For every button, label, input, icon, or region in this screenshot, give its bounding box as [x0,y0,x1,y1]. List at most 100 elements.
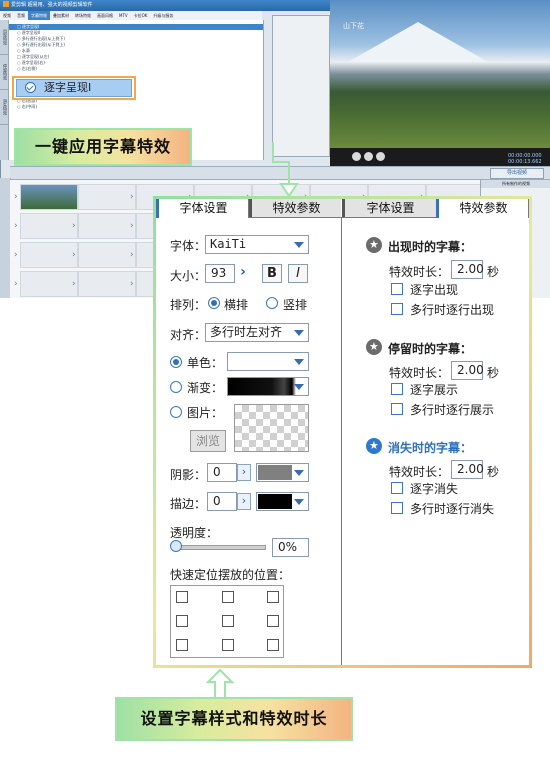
image-radio[interactable] [170,406,182,418]
prev-button[interactable] [352,152,361,161]
disappear-unit: 秒 [487,465,500,479]
position-top-center[interactable] [222,591,234,603]
gradient-radio[interactable] [170,381,182,393]
side-tab-disappear[interactable]: 消失特效 [0,90,8,125]
font-select[interactable]: KaiTi [205,235,309,254]
menu-overlay[interactable]: 叠加素材 [50,11,72,20]
solid-color-picker[interactable] [227,352,309,371]
position-middle-right[interactable] [267,615,279,627]
font-value: KaiTi [210,237,247,251]
stay-duration-label: 特效时长： [389,366,450,380]
next-button[interactable] [376,152,385,161]
stroke-input[interactable]: 0 [207,492,237,511]
shadow-input[interactable]: 0 [207,463,237,482]
effect-tag-label: 逐字呈现I [44,81,92,94]
disappear-star-icon [366,438,382,454]
app-title: 爱剪辑 超易用、强大的视频剪辑软件 [11,2,93,8]
position-bottom-center[interactable] [222,639,234,651]
chevron-down-icon [294,242,304,248]
stay-line-checkbox[interactable] [391,403,403,415]
clip-slot[interactable] [14,184,78,210]
opacity-slider-track[interactable] [176,545,266,550]
appear-char-checkbox[interactable] [391,283,403,295]
align-value: 多行时左对齐 [210,325,283,339]
check-circle-icon [25,82,36,93]
export-button[interactable]: 导出视频 [490,168,544,179]
menu-styles[interactable]: 画面风格 [94,11,116,20]
disappear-char-checkbox[interactable] [391,482,403,494]
chevron-down-icon [294,499,304,505]
disappear-char-label: 逐字消失 [410,482,459,496]
chevron-down-icon [294,359,304,365]
shadow-color-picker[interactable] [256,463,309,482]
play-button[interactable] [364,152,373,161]
menu-audio[interactable]: 音频 [14,11,28,20]
appear-line-checkbox[interactable] [391,303,403,315]
disappear-line-label: 多行时逐行消失 [410,502,495,516]
appear-duration-input[interactable]: 2.00 [451,260,484,279]
panel-divider [341,217,342,665]
gradient-picker[interactable] [227,377,309,396]
position-top-right[interactable] [267,591,279,603]
clip-slot[interactable] [14,242,78,268]
side-tab-stay[interactable]: 停留特效 [0,55,8,90]
menu-karaoke[interactable]: 卡拉OK [131,11,151,20]
solid-color-radio[interactable] [170,356,182,368]
size-dropdown-icon[interactable]: › [235,265,251,282]
layout-label: 排列： [170,298,207,312]
tab-effect-params[interactable]: 特效参数 [249,199,341,217]
stay-duration-input[interactable]: 2.00 [451,361,484,380]
stay-unit: 秒 [487,366,500,380]
position-bottom-right[interactable] [267,639,279,651]
apply-effect-callout-text: 一键应用字幕特效 [34,137,171,156]
menu-transitions[interactable]: 转场特效 [72,11,94,20]
align-select[interactable]: 多行时左对齐 [205,323,309,342]
stay-star-icon [366,339,382,355]
clip-slot[interactable] [72,184,136,210]
bold-button[interactable]: B [262,264,282,283]
preview-mountain [348,22,488,62]
list-item[interactable]: ○ 右(右侧) [9,66,263,72]
quick-position-label: 快速定位摆放的位置： [170,568,291,582]
appear-char-label: 逐字出现 [410,283,459,297]
app-logo-icon [3,1,9,7]
stay-char-checkbox[interactable] [391,383,403,395]
shadow-stepper-icon[interactable]: › [237,464,251,481]
opacity-slider-thumb[interactable] [170,540,182,552]
stroke-stepper-icon[interactable]: › [237,493,251,510]
tab-effect-params[interactable]: 特效参数 [436,199,529,218]
font-label: 字体： [170,239,207,253]
clip-slot[interactable] [72,213,136,239]
clip-slot[interactable] [72,271,136,297]
stroke-label: 描边： [170,497,207,511]
vertical-radio[interactable] [266,297,278,309]
clip-slot[interactable] [14,213,78,239]
disappear-duration-input[interactable]: 2.00 [451,460,484,479]
size-input[interactable]: 93 [205,264,235,283]
clip-slot[interactable] [14,271,78,297]
horizontal-radio[interactable] [208,297,220,309]
menu-mtv[interactable]: MTV [116,11,131,20]
side-tab-appear[interactable]: 出现特效 [0,20,8,55]
tab-font-settings[interactable]: 字体设置 [342,199,436,217]
clip-slot[interactable] [72,242,136,268]
list-item[interactable]: ○ 右(中间) [9,104,263,110]
browse-button[interactable]: 浏览 [190,430,226,452]
disappear-duration-label: 特效时长： [389,465,450,479]
menu-upgrade[interactable]: 升级与服务 [150,11,176,20]
gradient-label: 渐变： [187,381,224,395]
disappear-line-checkbox[interactable] [391,502,403,514]
position-top-left[interactable] [176,591,188,603]
opacity-input[interactable]: 0% [272,538,309,557]
menu-subtitle-effects[interactable]: 字幕特效 [28,11,50,20]
left-tab-bar: 字体设置 特效参数 [156,199,341,218]
position-bottom-left[interactable] [176,639,188,651]
position-center[interactable] [222,615,234,627]
italic-button[interactable]: I [288,264,308,283]
total-time: 00:00:13.662 [508,159,542,165]
stay-title: 停留时的字幕： [388,342,473,356]
stroke-color-picker[interactable] [256,492,309,511]
tab-font-settings[interactable]: 字体设置 [156,199,249,218]
menu-video[interactable]: 视频 [0,11,14,20]
position-middle-left[interactable] [176,615,188,627]
